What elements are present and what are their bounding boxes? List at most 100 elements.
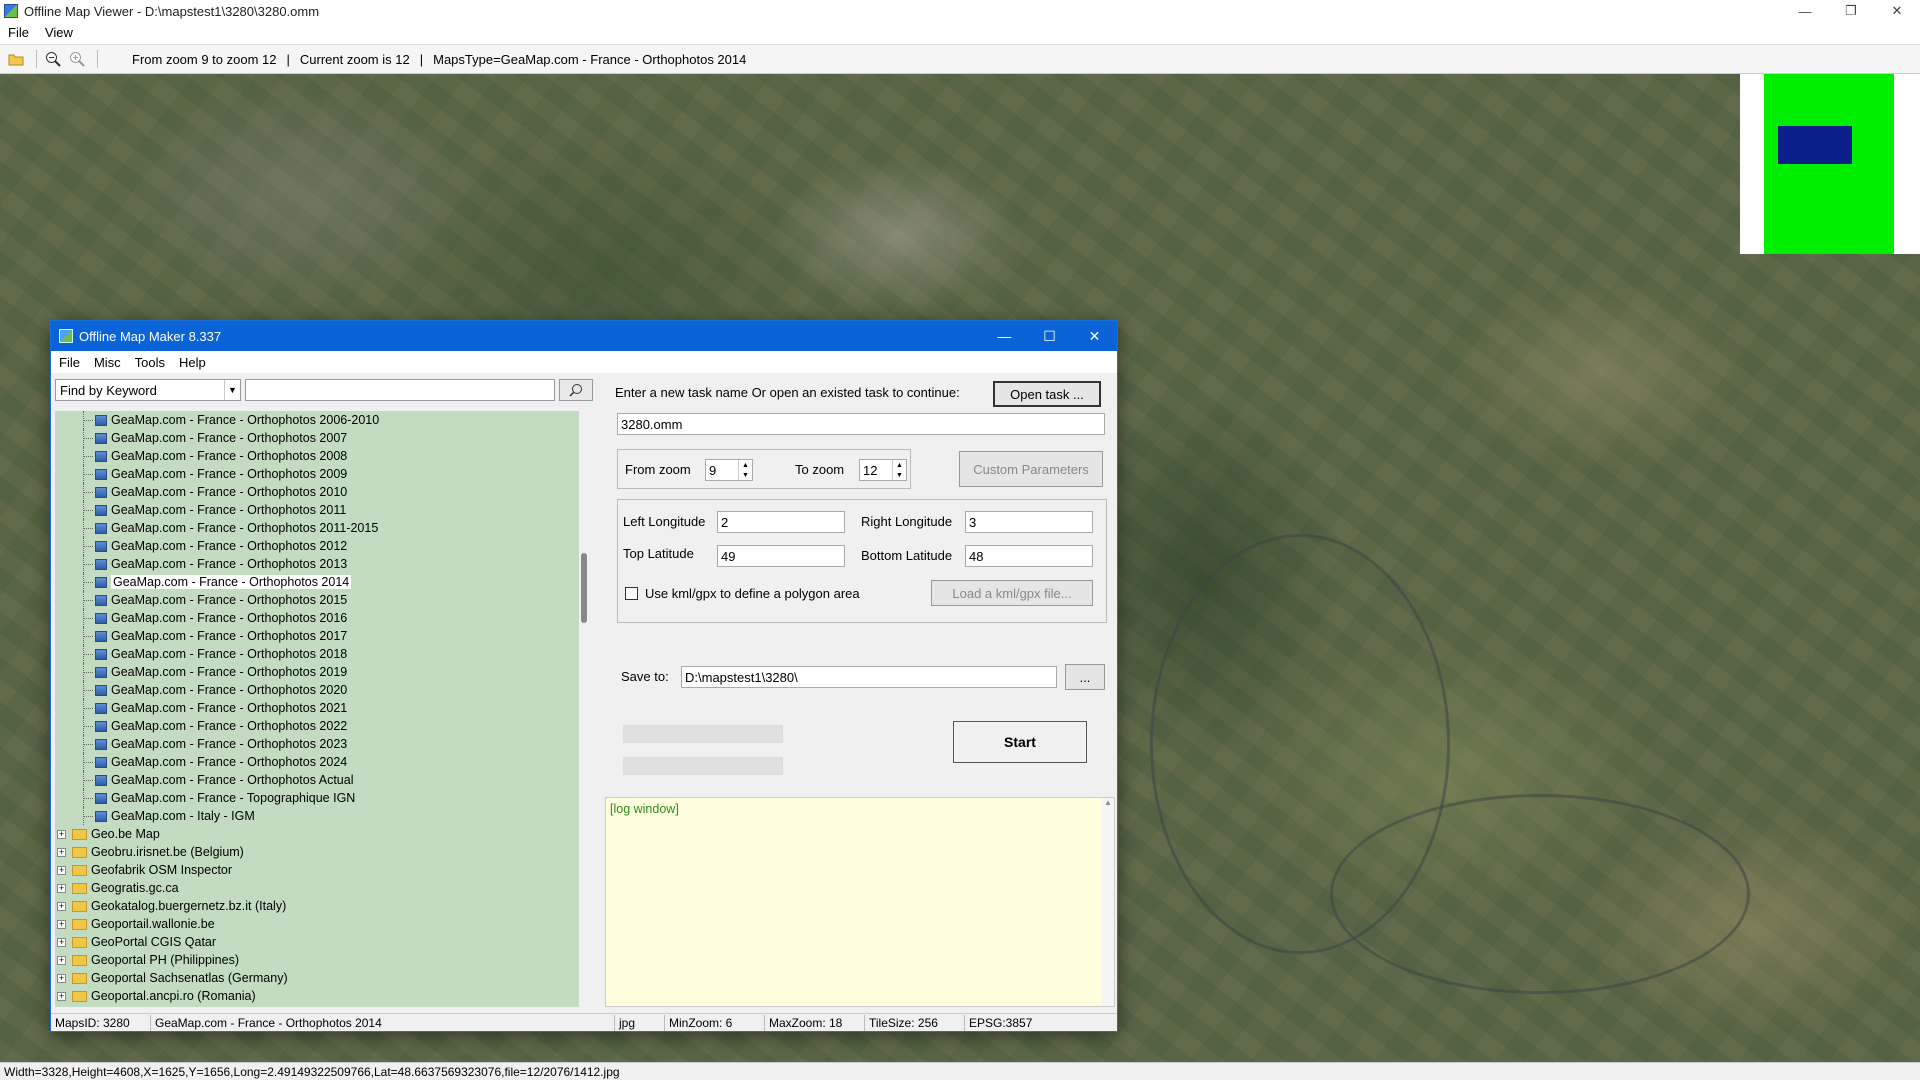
- tree-item[interactable]: GeaMap.com - France - Orthophotos 2007: [55, 429, 589, 447]
- tree-item[interactable]: GeaMap.com - France - Orthophotos 2014: [55, 573, 589, 591]
- tree-folder[interactable]: + Geobru.irisnet.be (Belgium): [55, 843, 589, 861]
- menu-help[interactable]: Help: [179, 355, 206, 370]
- expand-icon[interactable]: +: [57, 865, 66, 875]
- map-source-tree[interactable]: GeaMap.com - France - Orthophotos 2006-2…: [55, 411, 589, 1007]
- menu-misc[interactable]: Misc: [94, 355, 121, 370]
- tree-folder[interactable]: + Geoportail.wallonie.be: [55, 915, 589, 933]
- tree-folder[interactable]: + Geoportal PH (Philippines): [55, 951, 589, 969]
- expand-icon[interactable]: +: [57, 973, 66, 983]
- tree-item[interactable]: GeaMap.com - France - Orthophotos 2016: [55, 609, 589, 627]
- viewer-statusbar: Width=3328,Height=4608,X=1625,Y=1656,Lon…: [0, 1062, 1920, 1080]
- expand-icon[interactable]: +: [57, 937, 66, 947]
- tree-item[interactable]: GeaMap.com - France - Orthophotos 2019: [55, 663, 589, 681]
- expand-icon[interactable]: +: [57, 829, 66, 839]
- expand-icon[interactable]: +: [57, 901, 66, 911]
- tree-item[interactable]: GeaMap.com - France - Orthophotos 2008: [55, 447, 589, 465]
- chevron-down-icon[interactable]: ▼: [224, 380, 240, 400]
- log-scrollbar[interactable]: ▲: [1102, 798, 1114, 1006]
- menu-view[interactable]: View: [45, 25, 73, 40]
- open-folder-icon[interactable]: [6, 49, 26, 69]
- tree-folder[interactable]: + Geogratis.gc.ca: [55, 879, 589, 897]
- tree-folder[interactable]: + Geokatalog.buergernetz.bz.it (Italy): [55, 897, 589, 915]
- spinner-arrows-icon[interactable]: ▲ ▼: [892, 460, 906, 480]
- zoom-out-icon[interactable]: [43, 49, 63, 69]
- tree-folder[interactable]: + Geo.be Map: [55, 825, 589, 843]
- task-prompt: Enter a new task name Or open an existed…: [615, 385, 960, 400]
- search-input[interactable]: [245, 379, 555, 401]
- tree-item[interactable]: GeaMap.com - France - Orthophotos 2011: [55, 501, 589, 519]
- expand-icon[interactable]: +: [57, 919, 66, 929]
- minimize-icon[interactable]: —: [982, 321, 1027, 351]
- map-layer-icon: [95, 810, 107, 822]
- browse-button[interactable]: ...: [1065, 664, 1105, 690]
- tree-item[interactable]: GeaMap.com - France - Orthophotos 2024: [55, 753, 589, 771]
- tree-folder[interactable]: + GeoPortal CGIS Qatar: [55, 933, 589, 951]
- bottom-latitude-input[interactable]: 48: [965, 545, 1093, 567]
- menu-file[interactable]: File: [59, 355, 80, 370]
- use-kml-checkbox[interactable]: [625, 587, 638, 600]
- map-river: [1330, 794, 1750, 994]
- tree-item-label: GeaMap.com - France - Orthophotos 2021: [111, 701, 348, 715]
- scrollbar-thumb[interactable]: [581, 553, 587, 623]
- save-path-input[interactable]: D:\mapstest1\3280\: [681, 666, 1057, 688]
- tree-item[interactable]: GeaMap.com - France - Topographique IGN: [55, 789, 589, 807]
- log-window[interactable]: [log window] ▲: [605, 797, 1115, 1007]
- tree-item[interactable]: GeaMap.com - France - Orthophotos 2015: [55, 591, 589, 609]
- tree-item-label: GeaMap.com - France - Orthophotos 2011: [111, 503, 347, 517]
- map-layer-icon: [95, 666, 107, 678]
- load-kml-button[interactable]: Load a kml/gpx file...: [931, 580, 1093, 606]
- menu-tools[interactable]: Tools: [135, 355, 165, 370]
- restore-icon[interactable]: ❐: [1828, 0, 1874, 22]
- maker-app-icon: [59, 329, 73, 343]
- tree-item[interactable]: GeaMap.com - France - Orthophotos 2012: [55, 537, 589, 555]
- tree-item[interactable]: GeaMap.com - France - Orthophotos 2017: [55, 627, 589, 645]
- maximize-icon[interactable]: ☐: [1027, 321, 1072, 351]
- tree-item[interactable]: GeaMap.com - France - Orthophotos 2013: [55, 555, 589, 573]
- maker-titlebar[interactable]: Offline Map Maker 8.337 — ☐ ✕: [51, 321, 1117, 351]
- tree-item[interactable]: GeaMap.com - France - Orthophotos 2006-2…: [55, 411, 589, 429]
- search-mode-select[interactable]: Find by Keyword ▼: [55, 379, 241, 401]
- expand-icon[interactable]: +: [57, 991, 66, 1001]
- tree-folder[interactable]: + Geofabrik OSM Inspector: [55, 861, 589, 879]
- tree-folder[interactable]: + Geoportal.ancpi.ro (Romania): [55, 987, 589, 1005]
- menu-file[interactable]: File: [8, 25, 29, 40]
- tree-folder-label: Geoportal.ancpi.ro (Romania): [91, 989, 256, 1003]
- close-icon[interactable]: ✕: [1874, 0, 1920, 22]
- viewer-title: Offline Map Viewer - D:\mapstest1\3280\3…: [24, 3, 320, 19]
- tree-item[interactable]: GeaMap.com - France - Orthophotos 2023: [55, 735, 589, 753]
- open-task-button[interactable]: Open task ...: [993, 381, 1101, 407]
- search-button[interactable]: [559, 379, 593, 401]
- tree-item[interactable]: GeaMap.com - France - Orthophotos 2009: [55, 465, 589, 483]
- close-icon[interactable]: ✕: [1072, 321, 1117, 351]
- maker-menubar: File Misc Tools Help: [51, 351, 1117, 373]
- tree-item[interactable]: GeaMap.com - France - Orthophotos 2011-2…: [55, 519, 589, 537]
- tree-item[interactable]: GeaMap.com - France - Orthophotos 2022: [55, 717, 589, 735]
- tree-item[interactable]: GeaMap.com - France - Orthophotos 2020: [55, 681, 589, 699]
- map-source-pane: Find by Keyword ▼ GeaMap.com - France - …: [55, 375, 597, 1007]
- to-zoom-spinner[interactable]: 12 ▲ ▼: [859, 459, 907, 481]
- tree-scrollbar[interactable]: [579, 411, 589, 1007]
- tree-item[interactable]: GeaMap.com - France - Orthophotos 2010: [55, 483, 589, 501]
- custom-parameters-button[interactable]: Custom Parameters: [959, 451, 1103, 487]
- right-longitude-input[interactable]: 3: [965, 511, 1093, 533]
- minimap[interactable]: [1740, 74, 1920, 254]
- zoom-in-icon[interactable]: [67, 49, 87, 69]
- task-name-input[interactable]: 3280.omm: [617, 413, 1105, 435]
- tree-item[interactable]: GeaMap.com - Italy - IGM: [55, 807, 589, 825]
- map-layer-icon: [95, 414, 107, 426]
- tree-item[interactable]: GeaMap.com - France - Orthophotos 2021: [55, 699, 589, 717]
- tree-item-label: GeaMap.com - France - Orthophotos 2007: [111, 431, 348, 445]
- expand-icon[interactable]: +: [57, 847, 66, 857]
- expand-icon[interactable]: +: [57, 955, 66, 965]
- spinner-arrows-icon[interactable]: ▲ ▼: [738, 460, 752, 480]
- tree-item[interactable]: GeaMap.com - France - Orthophotos Actual: [55, 771, 589, 789]
- top-latitude-input[interactable]: 49: [717, 545, 845, 567]
- from-zoom-spinner[interactable]: 9 ▲ ▼: [705, 459, 753, 481]
- minimize-icon[interactable]: —: [1782, 0, 1828, 22]
- tree-item-label: GeaMap.com - France - Orthophotos 2014: [111, 575, 352, 589]
- tree-folder[interactable]: + Geoportal Sachsenatlas (Germany): [55, 969, 589, 987]
- left-longitude-input[interactable]: 2: [717, 511, 845, 533]
- tree-item[interactable]: GeaMap.com - France - Orthophotos 2018: [55, 645, 589, 663]
- start-button[interactable]: Start: [953, 721, 1087, 763]
- expand-icon[interactable]: +: [57, 883, 66, 893]
